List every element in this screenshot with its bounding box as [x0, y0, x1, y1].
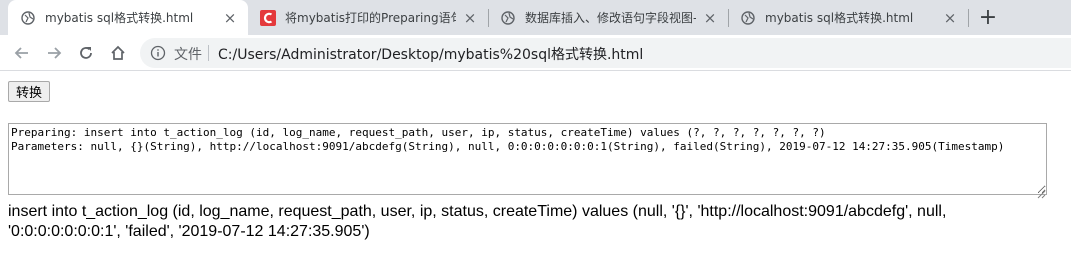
- browser-toolbar: 文件 C:/Users/Administrator/Desktop/mybati…: [0, 35, 1071, 71]
- tab-csdn[interactable]: 将mybatis打印的Preparing语句 ×: [248, 0, 488, 35]
- tab-title: 数据库插入、修改语句字段视图-: [525, 11, 696, 25]
- home-icon: [111, 45, 125, 60]
- new-tab-button[interactable]: +: [975, 4, 1001, 30]
- tab-db-insert[interactable]: 数据库插入、修改语句字段视图- ×: [488, 0, 728, 35]
- url-text[interactable]: C:/Users/Administrator/Desktop/mybatis%2…: [218, 44, 643, 64]
- converted-sql-output: insert into t_action_log (id, log_name, …: [8, 203, 947, 240]
- scheme-label: 文件: [174, 47, 202, 63]
- tab-strip: mybatis sql格式转换.html × 将mybatis打印的Prepar…: [0, 0, 1071, 35]
- close-icon[interactable]: ×: [222, 9, 238, 27]
- tab-title: mybatis sql格式转换.html: [765, 11, 914, 25]
- globe-icon: [500, 10, 516, 26]
- globe-icon: [20, 10, 36, 26]
- csdn-icon: [260, 9, 276, 26]
- back-button[interactable]: [10, 41, 34, 65]
- close-icon[interactable]: ×: [462, 9, 478, 27]
- address-bar[interactable]: 文件 C:/Users/Administrator/Desktop/mybati…: [140, 38, 1071, 68]
- sql-input-textarea[interactable]: Preparing: insert into t_action_log (id,…: [8, 123, 1047, 195]
- close-icon[interactable]: ×: [702, 9, 718, 27]
- arrow-left-icon: [14, 47, 28, 59]
- close-icon[interactable]: ×: [942, 9, 958, 27]
- tab-mybatis-sql[interactable]: mybatis sql格式转换.html ×: [728, 0, 968, 35]
- resize-handle-icon[interactable]: [1036, 184, 1046, 199]
- tab-title: mybatis sql格式转换.html: [45, 11, 194, 25]
- reload-button[interactable]: [74, 41, 98, 65]
- address-divider: [208, 45, 209, 61]
- reload-icon: [80, 47, 92, 59]
- tab-separator: [968, 9, 969, 27]
- tab-mybatis-sql-active[interactable]: mybatis sql格式转换.html ×: [8, 0, 248, 35]
- info-icon[interactable]: [150, 45, 166, 61]
- tab-title: 将mybatis打印的Preparing语句: [285, 11, 456, 25]
- home-button[interactable]: [106, 41, 130, 65]
- forward-button[interactable]: [42, 41, 66, 65]
- globe-icon: [740, 10, 756, 26]
- convert-button[interactable]: 转换: [8, 81, 50, 102]
- arrow-right-icon: [48, 47, 62, 59]
